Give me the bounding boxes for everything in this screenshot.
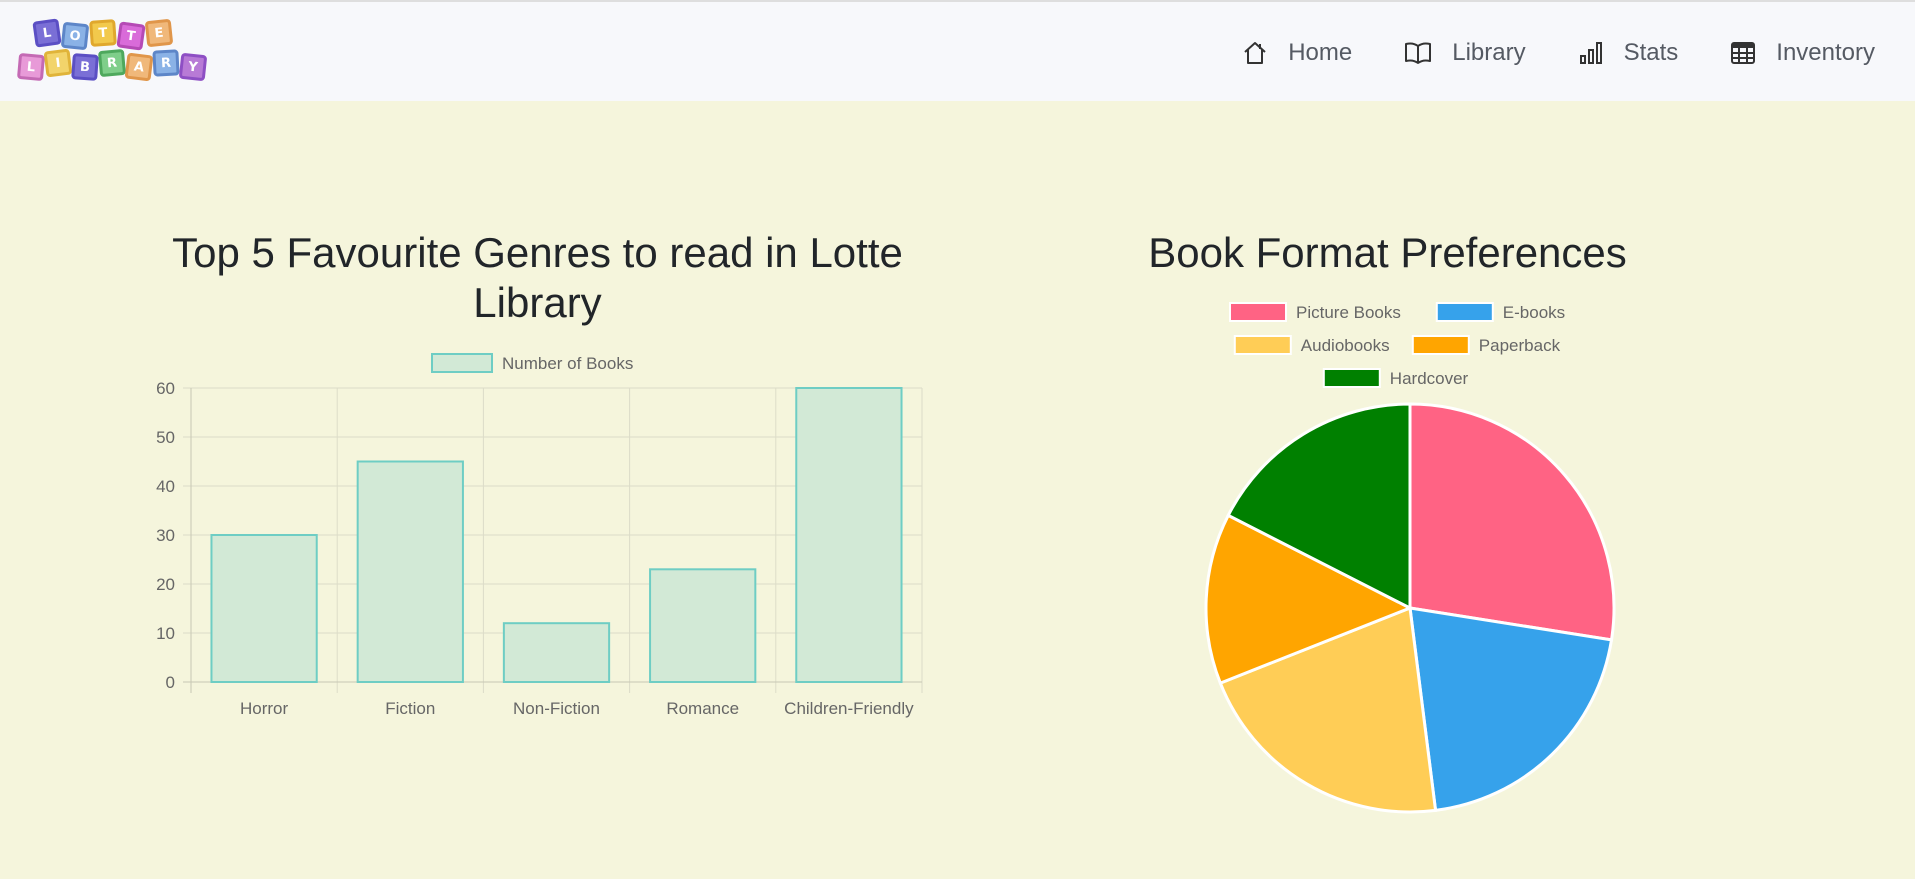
- bar-horror[interactable]: [210, 534, 318, 683]
- charts-canvas: 0 10 20 30 40 50 60 Horror Fiction Non-Fiction Rom…: [156, 302, 1616, 814]
- legend-label-audiobooks: Audiobooks: [1301, 336, 1390, 355]
- bar-non-fiction[interactable]: [502, 622, 611, 684]
- bar-fiction[interactable]: [356, 460, 464, 683]
- y-tick-label: 40: [156, 477, 175, 496]
- y-tick-label: 30: [156, 526, 175, 545]
- pie-slice-e-books[interactable]: [1408, 606, 1614, 813]
- x-tick-label: Children-Friendly: [784, 699, 914, 718]
- legend-swatch-hardcover[interactable]: [1322, 368, 1381, 388]
- legend-swatch-picture-books[interactable]: [1229, 302, 1287, 322]
- legend-label-paperback: Paperback: [1479, 336, 1561, 355]
- pie-slice-picture-books[interactable]: [1408, 402, 1616, 642]
- legend-swatch-paperback[interactable]: [1411, 335, 1470, 355]
- y-tick-label: 20: [156, 575, 175, 594]
- y-tick-label: 0: [166, 673, 175, 692]
- x-tick-label: Horror: [240, 699, 289, 718]
- legend-label-e-books: E-books: [1503, 303, 1565, 322]
- y-tick-label: 50: [156, 428, 175, 447]
- bar-romance[interactable]: [649, 568, 757, 683]
- x-tick-label: Fiction: [385, 699, 435, 718]
- y-tick-label: 10: [156, 624, 175, 643]
- bar-children-friendly[interactable]: [795, 387, 903, 683]
- x-tick-label: Non-Fiction: [513, 699, 600, 718]
- x-tick-label: Romance: [666, 699, 739, 718]
- legend-label-picture-books: Picture Books: [1296, 303, 1401, 322]
- y-tick-label: 60: [156, 379, 175, 398]
- legend-label-number-of-books: Number of Books: [502, 354, 633, 373]
- legend-label-hardcover: Hardcover: [1390, 369, 1469, 388]
- legend-swatch-e-books[interactable]: [1435, 302, 1494, 322]
- legend-swatch-audiobooks[interactable]: [1233, 335, 1292, 355]
- legend-swatch-number-of-books[interactable]: [431, 353, 493, 373]
